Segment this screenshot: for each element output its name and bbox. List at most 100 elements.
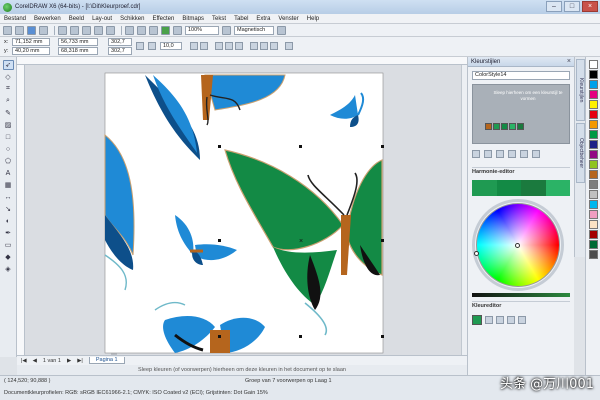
import-styles-icon[interactable] — [496, 149, 504, 158]
palette-swatch[interactable] — [588, 200, 598, 209]
polygon-tool-icon[interactable]: ⬠ — [3, 156, 14, 166]
shape-tool-icon[interactable]: ◇ — [3, 72, 14, 82]
welcome-screen-icon[interactable] — [173, 25, 182, 35]
import-icon[interactable] — [137, 25, 146, 35]
selection-handle[interactable] — [218, 145, 221, 148]
pick-tool-icon[interactable]: ➶ — [2, 60, 14, 70]
menu-help[interactable]: Help — [307, 16, 319, 22]
convert-icon[interactable] — [520, 149, 528, 158]
palette-swatch[interactable] — [588, 70, 598, 79]
redo-icon[interactable] — [106, 25, 115, 35]
color-sliders-icon[interactable] — [518, 316, 526, 324]
palette-swatch[interactable] — [588, 170, 598, 179]
delete-style-icon[interactable] — [532, 149, 540, 158]
menu-window[interactable]: Venster — [278, 16, 298, 22]
open-icon[interactable] — [15, 25, 24, 35]
menu-edit[interactable]: Bewerken — [34, 16, 61, 22]
palette-swatch[interactable] — [588, 80, 598, 89]
eyedropper-icon[interactable] — [485, 316, 493, 324]
vertical-ruler[interactable] — [17, 65, 25, 355]
palette-swatch[interactable] — [588, 90, 598, 99]
color-profiles[interactable]: Documentkleurprofielen: RGB: sRGB IEC619… — [4, 390, 268, 396]
snap-to-select[interactable]: Magnetisch — [234, 25, 274, 35]
new-color-style-icon[interactable] — [472, 149, 480, 158]
new-document-icon[interactable] — [3, 25, 12, 35]
swatch[interactable] — [517, 123, 524, 130]
weld-icon[interactable] — [250, 42, 258, 50]
palette-swatch[interactable] — [588, 110, 598, 119]
color-viewer-icon[interactable] — [507, 316, 515, 324]
document-page[interactable]: × — [25, 65, 467, 355]
swatch[interactable] — [501, 123, 508, 130]
y-position-field[interactable]: 40,20 mm — [12, 47, 50, 55]
undo-icon[interactable] — [94, 25, 103, 35]
blend-tool-icon[interactable]: ◐ — [3, 216, 14, 226]
menu-tools[interactable]: Extra — [256, 16, 270, 22]
rectangle-tool-icon[interactable]: □ — [3, 132, 14, 142]
current-color-swatch[interactable] — [472, 315, 482, 325]
palette-swatch[interactable] — [588, 210, 598, 219]
menu-table[interactable]: Tabel — [234, 16, 248, 22]
table-tool-icon[interactable]: ▦ — [3, 180, 14, 190]
menu-text[interactable]: Tekst — [212, 16, 226, 22]
palette-swatch[interactable] — [588, 150, 598, 159]
page-prev-icon[interactable]: ◀ — [33, 358, 37, 364]
eyedropper-tool-icon[interactable]: ✒ — [3, 228, 14, 238]
crop-tool-icon[interactable]: ⌗ — [3, 84, 14, 94]
dimension-tool-icon[interactable]: ↔ — [3, 192, 14, 202]
color-style-select[interactable]: ColorStyle14 — [472, 71, 570, 80]
wheel-marker[interactable] — [474, 251, 479, 256]
rotation-angle-field[interactable]: 10,0 — [160, 42, 182, 50]
palette-swatch[interactable] — [588, 130, 598, 139]
docker-tab-object-manager[interactable]: Objectbeheer — [576, 123, 585, 183]
palette-swatch[interactable] — [588, 60, 598, 69]
export-icon[interactable] — [149, 25, 158, 35]
object-width-field[interactable]: 56,733 mm — [58, 38, 98, 46]
palette-swatch[interactable] — [588, 100, 598, 109]
harmony-color-strip[interactable] — [472, 180, 570, 196]
lock-ratio-icon[interactable] — [136, 42, 144, 50]
intersect-icon[interactable] — [270, 42, 278, 50]
fill-tool-icon[interactable]: ◆ — [3, 252, 14, 262]
freehand-tool-icon[interactable]: ✎ — [3, 108, 14, 118]
save-icon[interactable] — [27, 25, 36, 35]
page-first-icon[interactable]: |◀ — [21, 358, 27, 364]
text-tool-icon[interactable]: A — [3, 168, 14, 178]
palette-swatch[interactable] — [588, 190, 598, 199]
ellipse-tool-icon[interactable]: ○ — [3, 144, 14, 154]
rotation-icon[interactable] — [148, 42, 156, 50]
mirror-vertical-icon[interactable] — [200, 42, 208, 50]
page-tab-1[interactable]: Pagina 1 — [88, 357, 125, 364]
object-height-field[interactable]: 68,318 mm — [58, 47, 98, 55]
export-styles-icon[interactable] — [508, 149, 516, 158]
harmony-swatch[interactable] — [472, 180, 497, 196]
options-icon[interactable] — [277, 25, 286, 35]
page-next-icon[interactable]: ▶ — [67, 358, 71, 364]
menu-arrange[interactable]: Schikken — [120, 16, 144, 22]
trim-icon[interactable] — [260, 42, 268, 50]
paste-icon[interactable] — [82, 25, 91, 35]
menu-effects[interactable]: Effecten — [152, 16, 174, 22]
harmony-editor-header[interactable]: Harmonie-editor — [472, 167, 570, 176]
menu-layout[interactable]: Lay-out — [92, 16, 112, 22]
search-content-icon[interactable] — [125, 25, 134, 35]
palette-swatch[interactable] — [588, 180, 598, 189]
application-launcher-icon[interactable] — [161, 25, 170, 35]
zoom-tool-icon[interactable]: ⌕ — [3, 96, 14, 106]
print-icon[interactable] — [39, 25, 48, 35]
close-button[interactable]: × — [582, 1, 598, 12]
palette-swatch[interactable] — [588, 140, 598, 149]
color-editor-header[interactable]: Kleureditor — [472, 301, 570, 310]
page-last-icon[interactable]: ▶| — [77, 358, 83, 364]
cut-icon[interactable] — [58, 25, 67, 35]
outline-tool-icon[interactable]: ▭ — [3, 240, 14, 250]
docker-close-icon[interactable]: × — [567, 57, 571, 67]
selection-handle[interactable] — [381, 239, 384, 242]
selection-handle[interactable] — [299, 145, 302, 148]
palette-swatch[interactable] — [588, 240, 598, 249]
scale-height-field[interactable]: 302,7 — [108, 47, 132, 55]
horizontal-ruler[interactable] — [17, 57, 467, 65]
full-screen-icon[interactable] — [222, 25, 231, 35]
brightness-slider[interactable] — [472, 293, 570, 297]
palette-swatch[interactable] — [588, 230, 598, 239]
